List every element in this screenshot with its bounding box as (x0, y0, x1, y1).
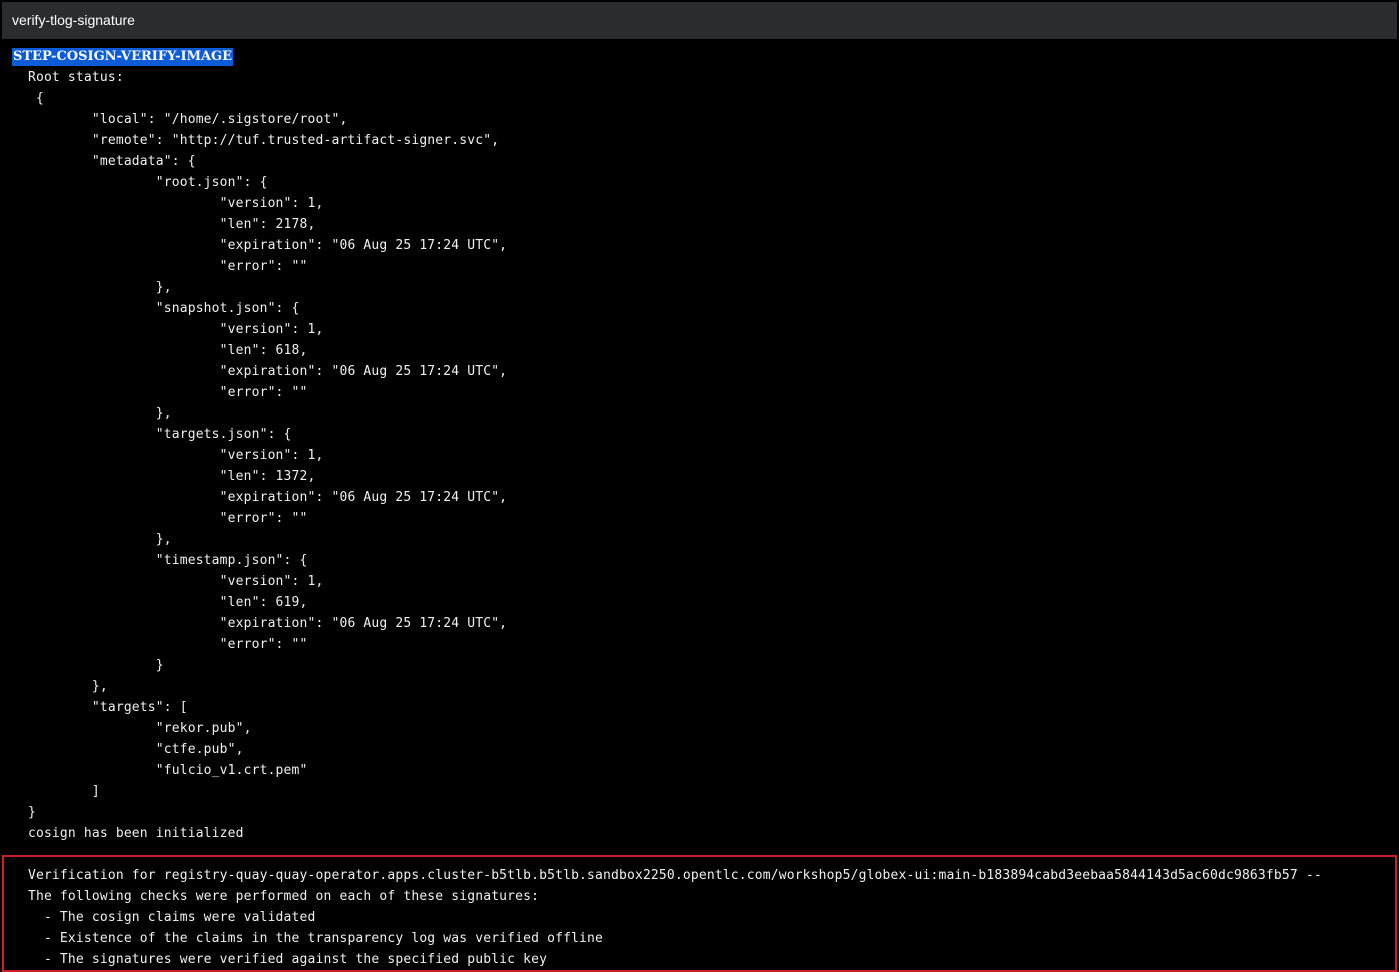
log-line: "error": "" (12, 511, 308, 526)
log-line: Root status: (12, 70, 124, 85)
log-line: "remote": "http://tuf.trusted-artifact-s… (12, 133, 500, 148)
log-line: - The cosign claims were validated (12, 910, 316, 925)
log-line: cosign has been initialized (12, 826, 244, 841)
log-line: "version": 1, (12, 322, 324, 337)
task-title: verify-tlog-signature (12, 12, 135, 28)
log-line: "targets.json": { (12, 427, 292, 442)
log-line: "snapshot.json": { (12, 301, 300, 316)
log-line: "local": "/home/.sigstore/root", (12, 112, 348, 127)
task-log-panel: verify-tlog-signature STEP-COSIGN-VERIFY… (0, 0, 1399, 972)
log-line: }, (12, 532, 172, 547)
log-line: "len": 1372, (12, 469, 316, 484)
log-output[interactable]: STEP-COSIGN-VERIFY-IMAGE Root status: { … (0, 46, 1399, 972)
log-line: The following checks were performed on e… (12, 889, 540, 904)
log-line: }, (12, 406, 172, 421)
log-line: } (12, 658, 164, 673)
log-line: "targets": [ (12, 700, 188, 715)
log-line: "expiration": "06 Aug 25 17:24 UTC", (12, 616, 508, 631)
log-line: { (12, 91, 44, 106)
log-line: "version": 1, (12, 574, 324, 589)
log-line: "timestamp.json": { (12, 553, 308, 568)
log-line: "expiration": "06 Aug 25 17:24 UTC", (12, 364, 508, 379)
log-line: "root.json": { (12, 175, 268, 190)
log-line: }, (12, 679, 108, 694)
log-line: "error": "" (12, 259, 308, 274)
log-line: "metadata": { (12, 154, 196, 169)
log-line: "error": "" (12, 385, 308, 400)
log-line: "expiration": "06 Aug 25 17:24 UTC", (12, 490, 508, 505)
log-line: "fulcio_v1.crt.pem" (12, 763, 308, 778)
step-header: STEP-COSIGN-VERIFY-IMAGE (12, 48, 234, 66)
log-line: }, (12, 280, 172, 295)
log-line: - Existence of the claims in the transpa… (12, 931, 604, 946)
log-line: "rekor.pub", (12, 721, 252, 736)
log-line: "len": 2178, (12, 217, 316, 232)
log-line: Verification for registry-quay-quay-oper… (12, 868, 1322, 883)
log-line: "len": 618, (12, 343, 308, 358)
log-line: - The signatures were verified against t… (12, 952, 548, 967)
log-line: "ctfe.pub", (12, 742, 244, 757)
log-line: "error": "" (12, 637, 308, 652)
log-line: ] (12, 784, 100, 799)
task-title-bar: verify-tlog-signature (2, 2, 1397, 39)
log-line: "expiration": "06 Aug 25 17:24 UTC", (12, 238, 508, 253)
log-line: "version": 1, (12, 196, 324, 211)
log-line: "version": 1, (12, 448, 324, 463)
log-line: "len": 619, (12, 595, 308, 610)
log-line: } (12, 805, 36, 820)
